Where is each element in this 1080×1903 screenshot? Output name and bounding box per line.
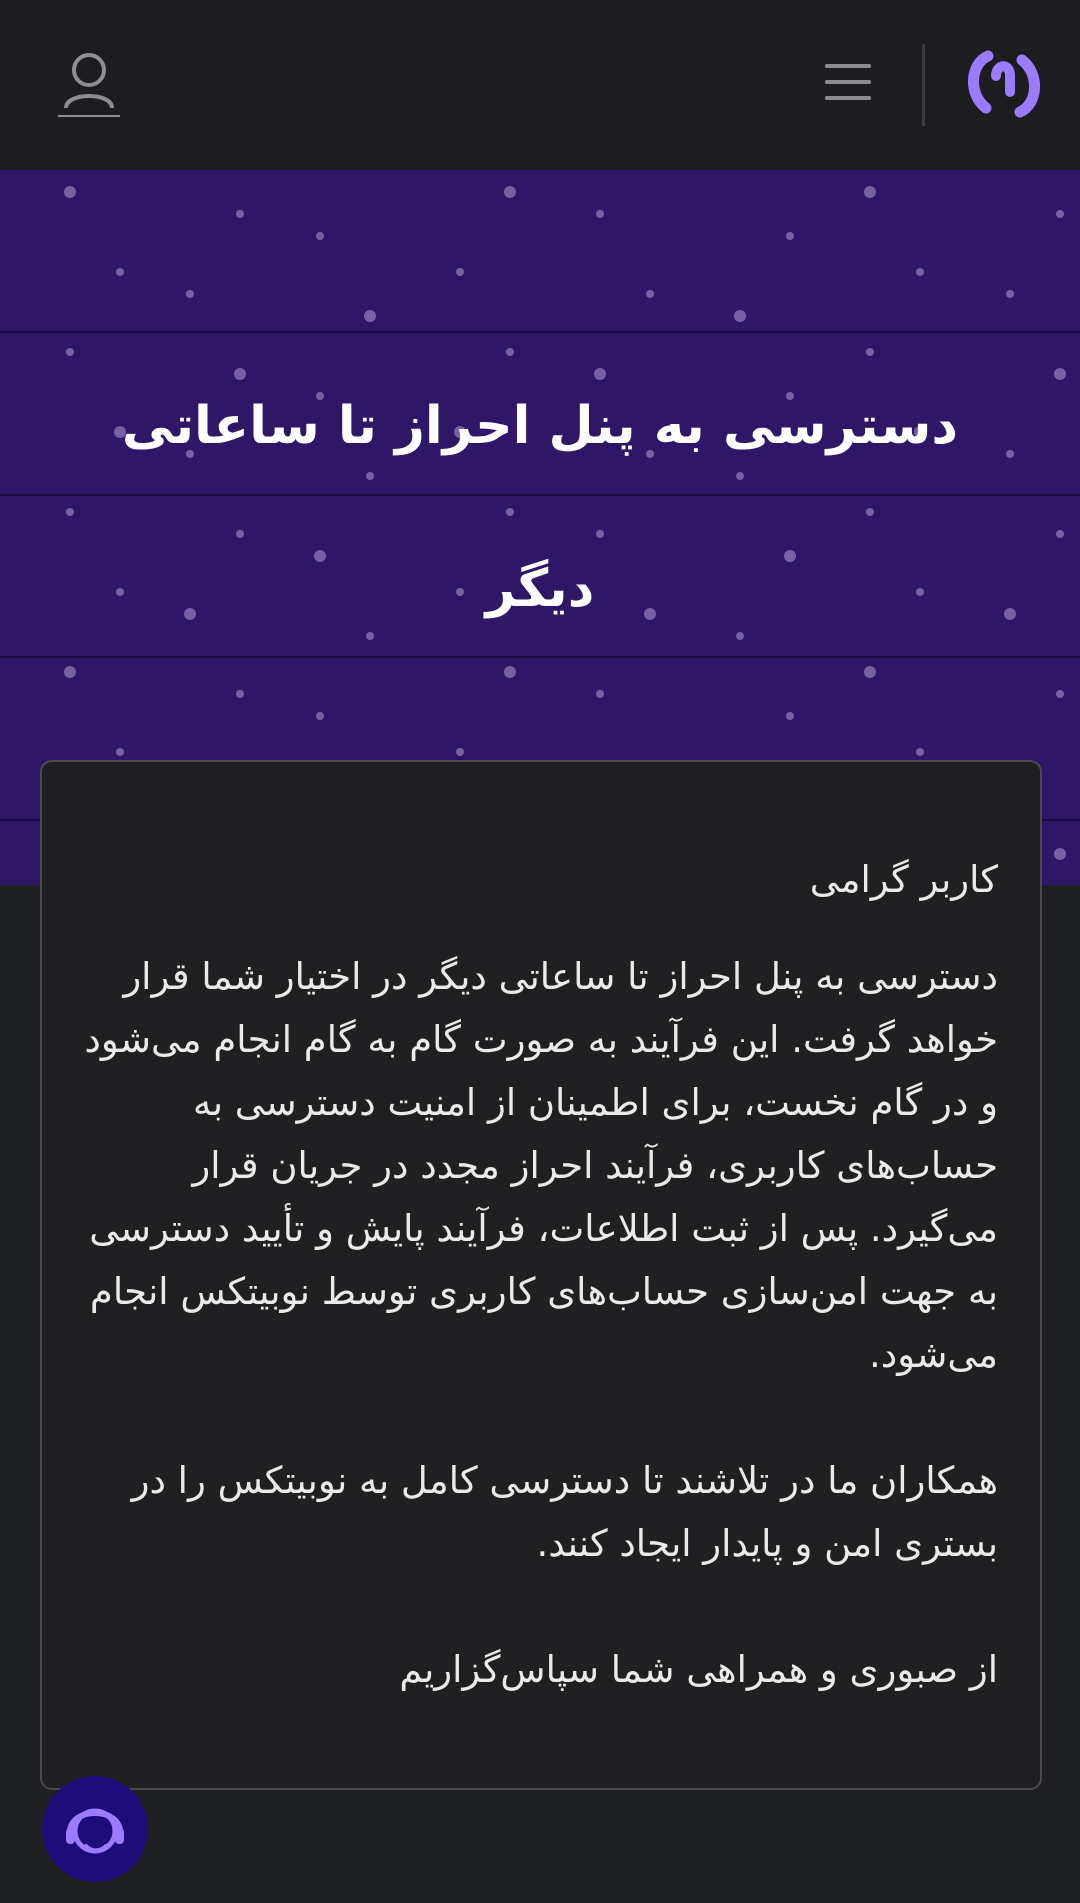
header-divider [922,44,925,126]
decorative-dot [64,186,76,198]
decorative-dot [1056,530,1064,538]
decorative-dot [864,186,876,198]
decorative-dot [596,210,604,218]
decorative-dot [596,690,604,698]
page: دسترسی به پنل احراز تا ساعاتی دیگر کاربر… [0,0,1080,1903]
user-account-icon[interactable] [56,50,122,118]
nobitex-logo-icon[interactable] [966,46,1042,122]
decorative-dot [364,310,376,322]
hero-title: دسترسی به پنل احراز تا ساعاتی دیگر [121,396,959,619]
notice-greeting: کاربر گرامی [809,858,998,901]
decorative-dot [734,310,746,322]
decorative-dot [1054,848,1066,860]
decorative-dot [456,268,464,276]
decorative-dot [316,232,324,240]
decorative-dot [1006,290,1014,298]
notice-card: کاربر گرامی دسترسی به پنل احراز تا ساعات… [40,760,1042,1790]
notice-closing: از صبوری و همراهی شما سپاس‌گزاریم [399,1648,998,1691]
decorative-dot [786,712,794,720]
notice-paragraph-2: همکاران ما در تلاشند تا دسترسی کامل به ن… [131,1459,998,1565]
decorative-dot [1054,368,1066,380]
decorative-dot [646,290,654,298]
decorative-dot [916,268,924,276]
decorative-dot [116,748,124,756]
top-header [0,0,1080,170]
decorative-dot [456,748,464,756]
decorative-dot [504,186,516,198]
support-chat-button[interactable] [42,1776,148,1882]
decorative-dot [236,210,244,218]
hamburger-menu-icon[interactable] [822,60,876,104]
decorative-dot [236,690,244,698]
decorative-dot [786,232,794,240]
decorative-dot [1056,690,1064,698]
decorative-dot [116,268,124,276]
decorative-dot [316,712,324,720]
decorative-dot [1056,210,1064,218]
support-headset-icon [66,1808,124,1854]
decorative-dot [916,748,924,756]
decorative-dot [186,290,194,298]
notice-paragraph-1: دسترسی به پنل احراز تا ساعاتی دیگر در اخ… [84,955,998,1376]
